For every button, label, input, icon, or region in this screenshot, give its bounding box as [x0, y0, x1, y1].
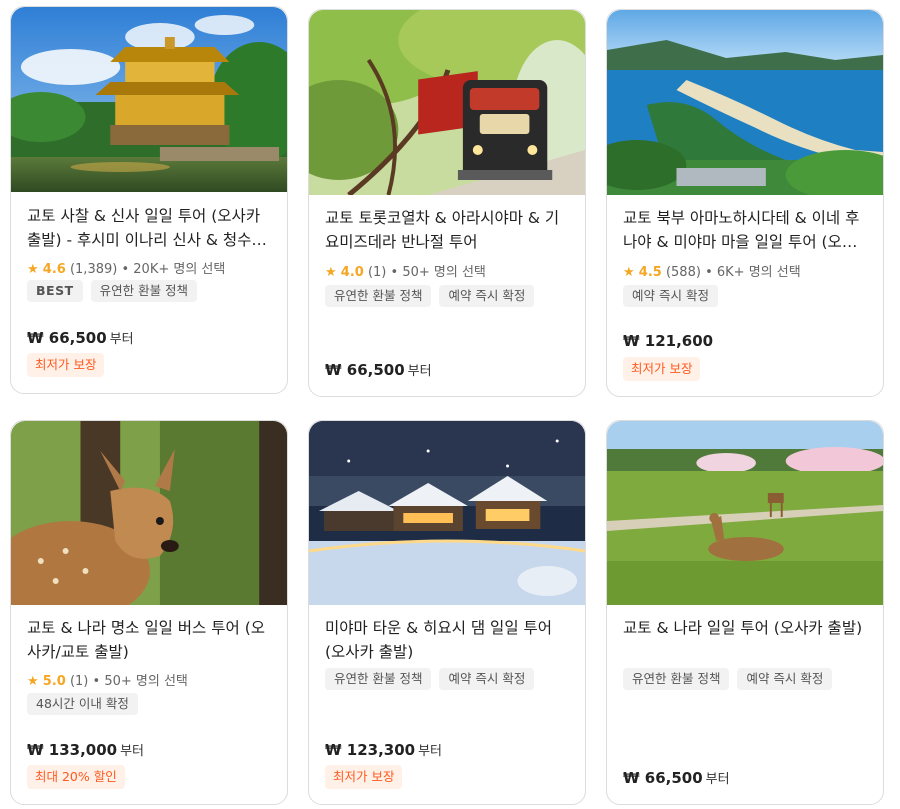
price-value: ₩ 133,000 [27, 741, 118, 759]
tag-list: 예약 즉시 확정 [623, 285, 718, 307]
price-suffix: 부터 [418, 744, 443, 759]
tag: 예약 즉시 확정 [737, 668, 833, 690]
tag-list: 48시간 이내 확정 [27, 693, 138, 715]
star-icon: ★ [27, 262, 39, 277]
price-suffix: 부터 [120, 744, 145, 759]
price-value: ₩ 66,500 [325, 361, 405, 379]
chosen-count: • 6K+ 명의 선택 [705, 265, 801, 280]
price-value: ₩ 66,500 [623, 769, 703, 787]
rating-row: ★ 5.0 (1) • 50+ 명의 선택 [27, 670, 188, 689]
chosen-count: • 50+ 명의 선택 [92, 674, 188, 689]
price-value: ₩ 121,600 [623, 332, 714, 350]
review-count: (588) [665, 265, 701, 280]
rating-score: 4.6 [42, 262, 66, 277]
snow-village-image [309, 421, 585, 605]
rating-row: ★ 4.0 (1) • 50+ 명의 선택 [325, 261, 486, 280]
price-suffix: 부터 [109, 332, 134, 347]
review-count: (1) [367, 265, 387, 280]
tour-card[interactable]: 교토 북부 아마노하시다테 & 이네 후나야 & 미야마 마을 일일 투어 (오… [606, 9, 884, 397]
tour-card[interactable]: 교토 & 나라 일일 투어 (오사카 출발) 유연한 환불 정책 예약 즉시 확… [606, 420, 884, 805]
review-count: (1) [69, 674, 89, 689]
tour-card[interactable]: 교토 & 나라 명소 일일 버스 투어 (오사카/교토 출발) ★ 5.0 (1… [10, 420, 288, 805]
tag: 예약 즉시 확정 [623, 285, 718, 307]
chosen-count: • 20K+ 명의 선택 [121, 262, 226, 277]
tour-card[interactable]: 교토 사찰 & 신사 일일 투어 (오사카 출발) - 후시미 이나리 신사 &… [10, 6, 288, 394]
tour-title[interactable]: 교토 토롯코열차 & 아라시야마 & 기요미즈데라 반나절 투어 [325, 206, 571, 254]
tag: 48시간 이내 확정 [27, 693, 138, 715]
price-suffix: 부터 [407, 364, 432, 379]
rating-row: ★ 4.6 (1,389) • 20K+ 명의 선택 [27, 258, 225, 277]
tag-list: 유연한 환불 정책 예약 즉시 확정 [623, 668, 833, 690]
tag: 유연한 환불 정책 [325, 668, 432, 690]
tour-title[interactable]: 교토 북부 아마노하시다테 & 이네 후나야 & 미야마 마을 일일 투어 (오… [623, 206, 869, 254]
tour-title[interactable]: 교토 사찰 & 신사 일일 투어 (오사카 출발) - 후시미 이나리 신사 &… [27, 204, 273, 252]
star-icon: ★ [623, 265, 635, 280]
price-suffix: 부터 [705, 772, 730, 787]
star-icon: ★ [27, 674, 39, 689]
tag-list: 유연한 환불 정책 예약 즉시 확정 [325, 285, 535, 307]
price: ₩ 66,500 부터 [623, 768, 730, 787]
rating-score: 4.5 [638, 265, 662, 280]
price: ₩ 133,000 부터 [27, 740, 144, 759]
tag: 유연한 환불 정책 [90, 280, 198, 302]
promo-badge: 최대 20% 할인 [27, 765, 125, 789]
tour-card[interactable]: 교토 토롯코열차 & 아라시야마 & 기요미즈데라 반나절 투어 ★ 4.0 (… [308, 9, 586, 397]
promo-badge: 최저가 보장 [623, 357, 701, 381]
review-count: (1,389) [69, 262, 118, 277]
tour-title[interactable]: 미야마 타운 & 히요시 댐 일일 투어 (오사카 출발) [325, 616, 571, 664]
rating-score: 4.0 [340, 265, 364, 280]
rating-score: 5.0 [42, 674, 66, 689]
price: ₩ 123,300 부터 [325, 740, 442, 759]
kinkakuji-image [11, 7, 287, 192]
chosen-count: • 50+ 명의 선택 [390, 265, 486, 280]
tour-title[interactable]: 교토 & 나라 명소 일일 버스 투어 (오사카/교토 출발) [27, 616, 273, 664]
tag: 예약 즉시 확정 [439, 285, 535, 307]
star-icon: ★ [325, 265, 337, 280]
train-image [309, 10, 585, 195]
rating-row: ★ 4.5 (588) • 6K+ 명의 선택 [623, 261, 801, 280]
price: ₩ 121,600 [623, 332, 713, 350]
deer-image [11, 421, 287, 605]
price: ₩ 66,500 부터 [325, 360, 432, 379]
tag: 유연한 환불 정책 [623, 668, 730, 690]
best-tag: BEST [27, 280, 83, 302]
price-value: ₩ 123,300 [325, 741, 416, 759]
tag: 예약 즉시 확정 [439, 668, 535, 690]
price-value: ₩ 66,500 [27, 329, 107, 347]
tag: 유연한 환불 정책 [325, 285, 432, 307]
promo-badge: 최저가 보장 [27, 353, 105, 377]
tour-title[interactable]: 교토 & 나라 일일 투어 (오사카 출발) [623, 616, 869, 640]
price: ₩ 66,500 부터 [27, 328, 134, 347]
tour-card[interactable]: 미야마 타운 & 히요시 댐 일일 투어 (오사카 출발) 유연한 환불 정책 … [308, 420, 586, 805]
amanohashidate-image [607, 10, 883, 195]
tag-list: BEST 유연한 환불 정책 [27, 280, 198, 302]
nara-park-image [607, 421, 883, 605]
promo-badge: 최저가 보장 [325, 765, 403, 789]
tag-list: 유연한 환불 정책 예약 즉시 확정 [325, 668, 535, 690]
